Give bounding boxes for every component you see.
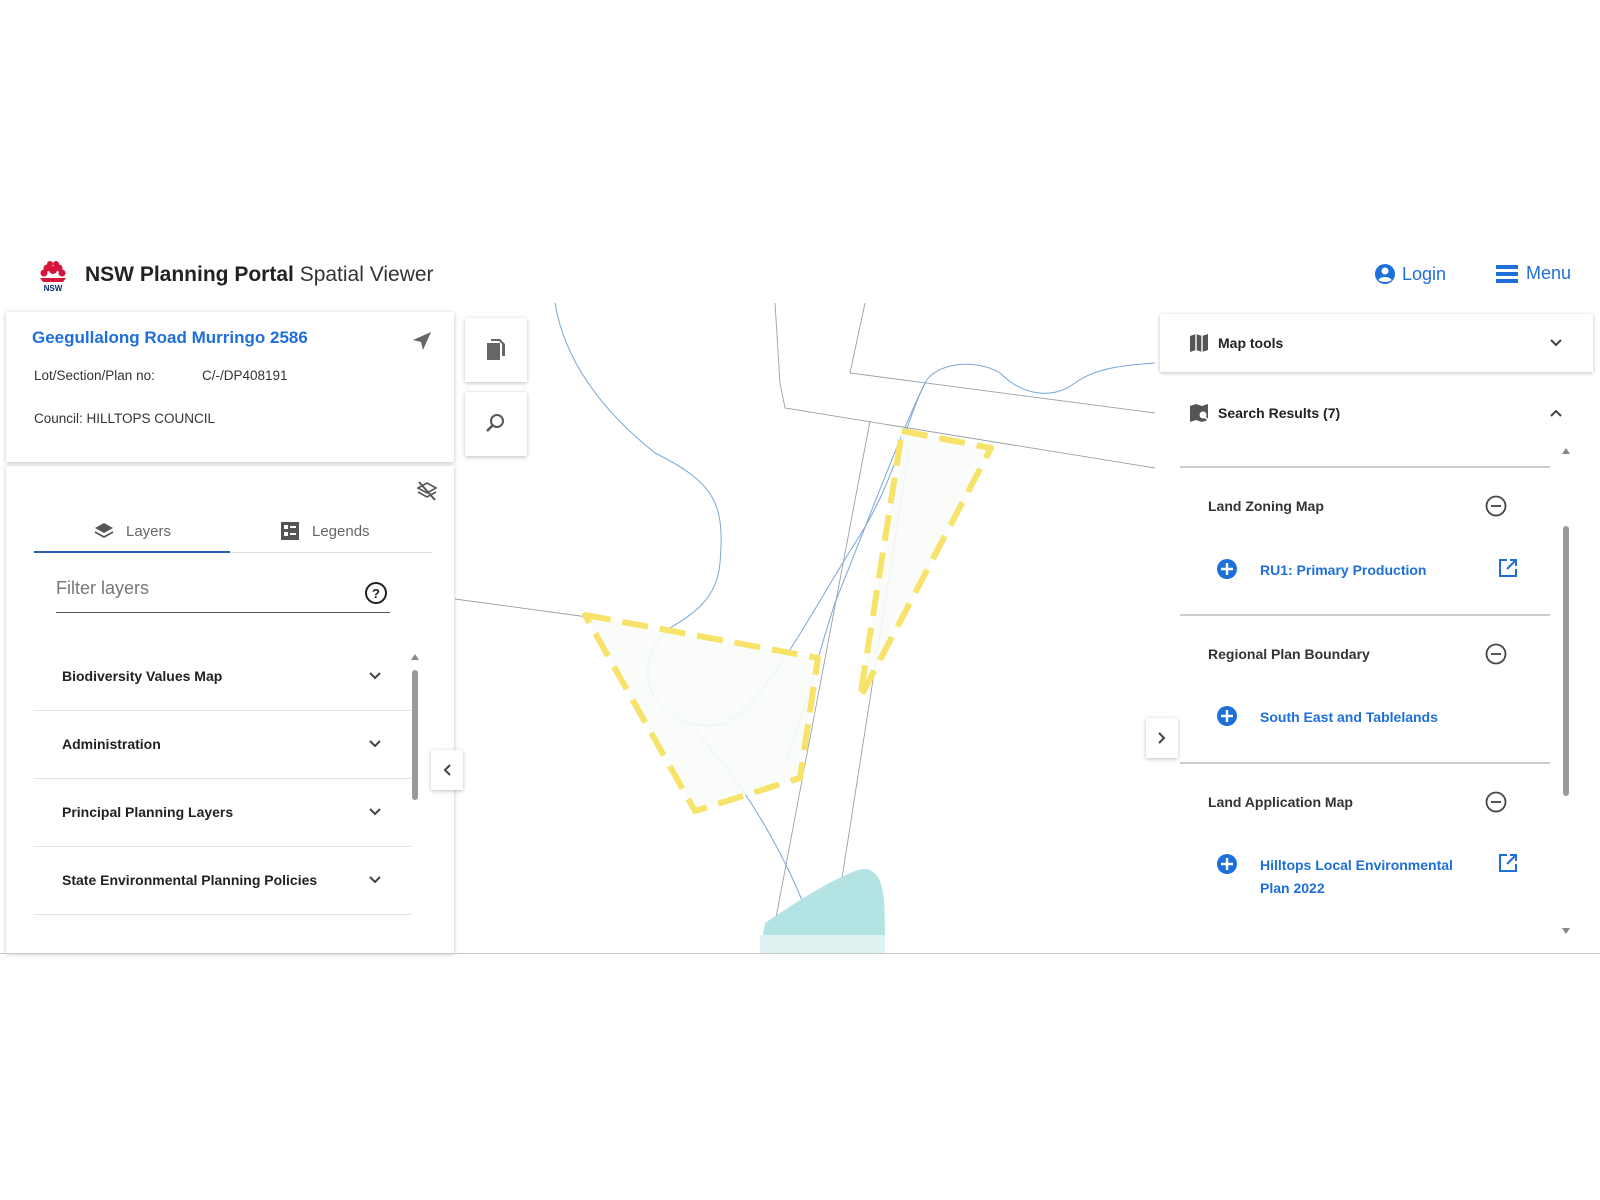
svg-text:?: ?: [372, 586, 380, 601]
result-heading: Land Application Map: [1208, 794, 1353, 810]
minus-circle-icon[interactable]: [1485, 791, 1507, 813]
viewport-bottom-edge: [0, 953, 1600, 954]
navigation-arrow-icon[interactable]: [411, 330, 433, 352]
menu-label: Menu: [1526, 263, 1572, 283]
layer-group-administration[interactable]: Administration: [34, 710, 412, 779]
plus-circle-icon[interactable]: [1216, 558, 1238, 580]
result-link[interactable]: Hilltops Local Environmental Plan 2022: [1260, 854, 1465, 900]
lot-label: Lot/Section/Plan no:: [34, 368, 155, 383]
map-search-icon: [1190, 404, 1209, 422]
result-card-land-zoning: Land Zoning Map RU1: Primary Production: [1180, 468, 1550, 614]
chevron-down-icon: [369, 740, 381, 748]
menu-button[interactable]: Menu: [1496, 263, 1571, 284]
layers-panel: Layers Legends ? Biodiversity Values Map…: [6, 466, 454, 953]
user-circle-icon: [1375, 264, 1395, 284]
legend-list-icon: [281, 522, 299, 540]
scroll-down-arrow-icon[interactable]: [1562, 928, 1570, 934]
chevron-down-icon: [369, 876, 381, 884]
filter-layers-field[interactable]: ?: [56, 576, 390, 613]
result-heading: Regional Plan Boundary: [1208, 646, 1370, 662]
chevron-down-icon: [1550, 339, 1562, 347]
selected-lot-boundary[interactable]: [582, 612, 821, 814]
tab-layers[interactable]: Layers: [94, 514, 171, 548]
layer-group-biodiversity[interactable]: Biodiversity Values Map: [34, 642, 412, 711]
map-canvas[interactable]: [455, 303, 1155, 953]
results-scrollbar[interactable]: [1560, 446, 1572, 936]
lot-value: C/-/DP408191: [202, 368, 288, 383]
layers-scrollbar[interactable]: [410, 652, 420, 802]
tab-legends-label: Legends: [312, 522, 370, 540]
search-results-header[interactable]: Search Results (7): [1160, 384, 1593, 442]
council-label: Council: HILLTOPS COUNCIL: [34, 411, 216, 426]
layers-off-icon[interactable]: [416, 480, 438, 502]
map-icon: [1190, 334, 1208, 352]
chevron-down-icon: [369, 808, 381, 816]
parcel-boundary-line: [849, 303, 1155, 414]
zoom-to-button[interactable]: [465, 392, 527, 456]
scroll-up-arrow-icon[interactable]: [1562, 448, 1570, 454]
result-heading: Land Zoning Map: [1208, 498, 1324, 514]
layer-group-sepp[interactable]: State Environmental Planning Policies: [34, 846, 412, 915]
active-tab-indicator: [34, 551, 230, 553]
search-results-list: Land Zoning Map RU1: Primary Production …: [1180, 466, 1570, 946]
map-tools-header[interactable]: Map tools: [1160, 314, 1593, 372]
help-icon[interactable]: ?: [364, 581, 388, 605]
filter-layers-input[interactable]: [56, 576, 336, 601]
address-card: Geegullalong Road Murringo 2586 Lot/Sect…: [6, 312, 454, 462]
result-link[interactable]: RU1: Primary Production: [1260, 559, 1480, 582]
brand-bold: NSW Planning Portal: [85, 263, 294, 286]
copy-icon: [487, 339, 505, 360]
login-button[interactable]: Login: [1374, 263, 1446, 285]
map-features: [455, 303, 1155, 953]
layer-group-label: Principal Planning Layers: [62, 804, 234, 820]
svg-text:NSW: NSW: [44, 284, 63, 293]
map-tools-label: Map tools: [1218, 335, 1284, 351]
copy-button[interactable]: [465, 318, 527, 382]
tab-legends[interactable]: Legends: [280, 514, 370, 548]
chevron-left-icon: [443, 764, 451, 776]
plus-circle-icon[interactable]: [1216, 705, 1238, 727]
minus-circle-icon[interactable]: [1485, 495, 1507, 517]
scroll-thumb[interactable]: [412, 670, 418, 800]
chevron-down-icon: [369, 672, 381, 680]
chevron-up-icon: [1550, 409, 1562, 417]
search-results-label: Search Results (7): [1218, 405, 1341, 421]
collapse-left-panel-button[interactable]: [431, 750, 463, 790]
layer-group-label: Administration: [62, 736, 161, 752]
hamburger-icon: [1496, 264, 1518, 283]
zoom-search-icon: [486, 414, 504, 432]
result-card-land-application: Land Application Map Hilltops Local Envi…: [1180, 764, 1550, 944]
plus-circle-icon[interactable]: [1216, 853, 1238, 875]
external-link-icon[interactable]: [1498, 558, 1518, 578]
external-link-icon[interactable]: [1498, 853, 1518, 873]
layer-group-label: State Environmental Planning Policies: [62, 872, 318, 888]
layer-group-principal-planning[interactable]: Principal Planning Layers: [34, 778, 412, 847]
selected-lot-boundary[interactable]: [857, 428, 994, 701]
login-label: Login: [1402, 263, 1447, 284]
nsw-waratah-logo[interactable]: NSW: [36, 258, 70, 294]
parcel-boundary-line: [455, 598, 596, 619]
result-link[interactable]: South East and Tablelands: [1260, 706, 1480, 729]
right-panel: Map tools Search Results (7) Land Zoning…: [1160, 306, 1600, 953]
scroll-thumb[interactable]: [1563, 526, 1569, 796]
result-card-regional-plan: Regional Plan Boundary South East and Ta…: [1180, 616, 1550, 762]
tab-layers-label: Layers: [126, 522, 172, 540]
water-body-edge: [760, 935, 885, 953]
app-title: NSW Planning Portal Spatial Viewer: [85, 263, 434, 287]
layers-icon: [94, 523, 114, 539]
scroll-up-arrow-icon[interactable]: [411, 654, 419, 660]
address-title[interactable]: Geegullalong Road Murringo 2586: [32, 328, 308, 348]
minus-circle-icon[interactable]: [1485, 643, 1507, 665]
brand-light: Spatial Viewer: [299, 263, 434, 286]
layer-group-label: Biodiversity Values Map: [62, 668, 223, 684]
